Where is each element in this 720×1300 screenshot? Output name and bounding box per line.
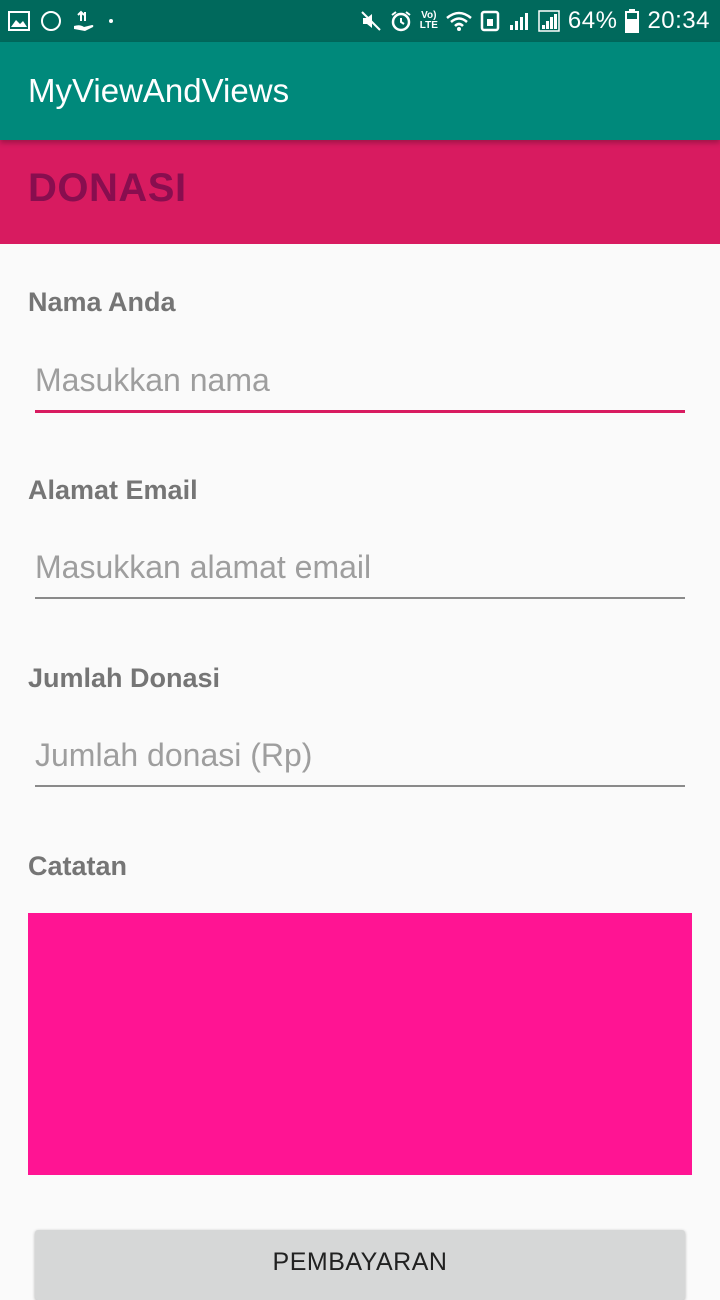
name-input[interactable]: [35, 350, 685, 413]
page-title: DONASI: [28, 166, 187, 210]
name-label: Nama Anda: [28, 287, 176, 317]
app-title: MyViewAndViews: [28, 72, 290, 109]
email-label: Alamat Email: [28, 475, 198, 505]
alarm-icon: [390, 10, 412, 32]
volte-icon: Vo) LTE: [420, 11, 438, 31]
header-band: DONASI: [0, 140, 720, 244]
mute-icon: [360, 10, 382, 32]
image-icon: [8, 11, 30, 31]
status-bar: Vo) LTE 64% 20:34: [0, 0, 720, 42]
email-input[interactable]: [35, 537, 685, 599]
payment-button[interactable]: PEMBAYARAN: [35, 1230, 685, 1300]
nfc-icon: [480, 10, 500, 32]
dot-icon: [106, 16, 116, 26]
wifi-icon: [446, 10, 472, 32]
signal-icon: [538, 10, 560, 32]
volte-bottom-text: LTE: [419, 20, 438, 31]
signal-icon: [508, 10, 530, 32]
app-bar: MyViewAndViews: [0, 42, 720, 140]
battery-icon: [625, 9, 640, 33]
hand-money-icon: [72, 10, 96, 32]
amount-input[interactable]: [35, 725, 685, 787]
notes-input[interactable]: [28, 913, 692, 1175]
status-left-icons: [0, 10, 116, 32]
payment-button-label: PEMBAYARAN: [272, 1248, 448, 1276]
circle-icon: [40, 10, 62, 32]
clock: 20:34: [647, 7, 710, 34]
amount-label: Jumlah Donasi: [28, 663, 221, 693]
notes-label: Catatan: [28, 851, 128, 881]
status-right-icons: Vo) LTE 64% 20:34: [360, 7, 720, 35]
battery-percent: 64%: [567, 7, 618, 34]
